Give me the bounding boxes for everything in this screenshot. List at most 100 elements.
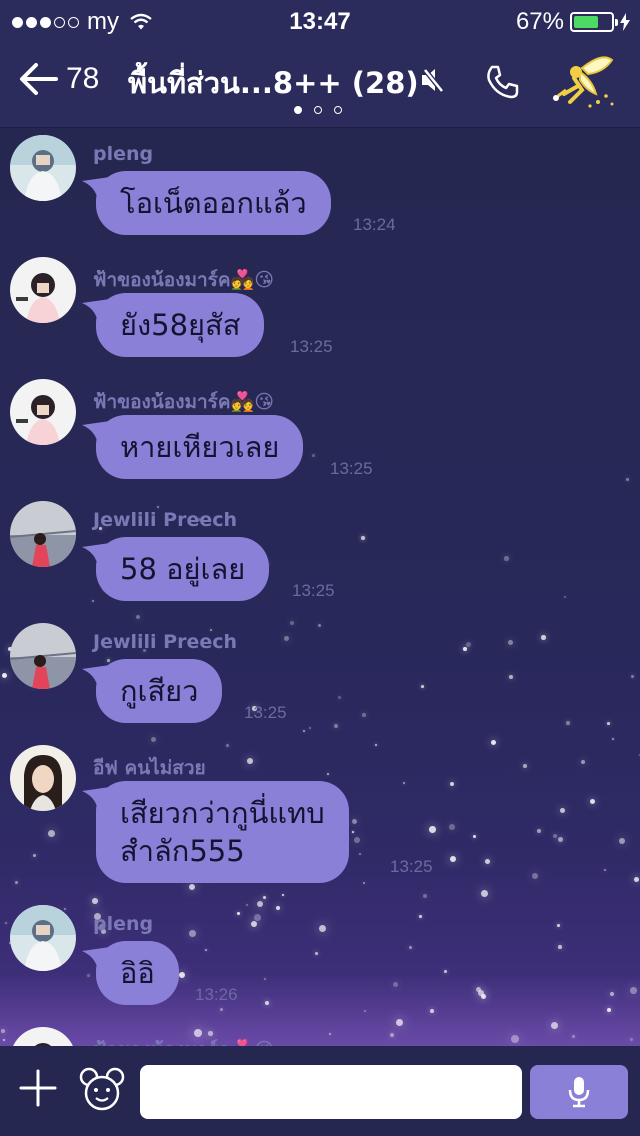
sparkle [254, 914, 261, 921]
sparkle [282, 894, 285, 897]
sparkle [312, 454, 315, 457]
sparkle [430, 1009, 434, 1013]
sparkle [290, 621, 295, 626]
sparkle [87, 974, 90, 977]
sparkle [481, 890, 488, 897]
message-bubble[interactable]: ยัง58ยุสัส [82, 293, 265, 357]
sparkle [334, 724, 339, 729]
back-button[interactable]: 78 [18, 62, 99, 96]
sender-name: Jewlili Preech [93, 631, 238, 653]
sparkle [558, 837, 563, 842]
sparkle [352, 831, 354, 833]
sender-name: Jewlili Preech [93, 509, 238, 531]
phone-icon[interactable] [484, 64, 520, 100]
sparkle [630, 1038, 634, 1042]
sparkle [564, 596, 566, 598]
sparkle [604, 869, 607, 872]
sparkle [612, 738, 614, 740]
sender-name: pleng [93, 143, 154, 165]
sparkle [5, 922, 7, 924]
plus-icon[interactable] [18, 1068, 58, 1108]
sparkle [473, 835, 477, 839]
message-bubble[interactable]: เสียวกว่ากูนี่แทบ สำลัก555 [82, 781, 349, 883]
sparkle [393, 982, 399, 988]
chat-messages[interactable]: pleng โอเน็ตออกแล้ว 13:24 ฟ้าของน้องมาร์… [0, 129, 640, 1046]
avatar[interactable] [10, 379, 76, 445]
avatar[interactable] [10, 135, 76, 201]
sparkle [247, 758, 253, 764]
sparkle [64, 908, 67, 911]
sparkle [189, 930, 196, 937]
sparkle [276, 906, 281, 911]
microphone-icon [568, 1077, 590, 1108]
sparkle [610, 992, 615, 997]
sparkle [403, 782, 405, 784]
sparkle [421, 685, 424, 688]
sparkle [251, 921, 258, 928]
sparkle [572, 1035, 576, 1039]
sparkle [466, 642, 471, 647]
message-bubble[interactable]: หายเหียวเลย [82, 415, 304, 479]
sparkle [264, 978, 267, 981]
message-bubble[interactable]: อิอิ [82, 941, 179, 1005]
page-dot [294, 106, 302, 114]
sparkle [630, 987, 637, 994]
sparkle [2, 673, 7, 678]
sparkle [265, 1001, 270, 1006]
page-indicator [294, 106, 342, 114]
sparkle [237, 912, 241, 916]
avatar[interactable] [10, 1027, 76, 1046]
message-time: 13:25 [290, 337, 333, 356]
message-text: อิอิ [120, 956, 155, 990]
sparkle [409, 946, 413, 950]
message-composer [0, 1046, 640, 1136]
sparkle [362, 713, 367, 718]
voice-message-button[interactable] [530, 1065, 628, 1119]
sender-name: ฟ้าของน้องมาร์ค💑😘 [93, 391, 275, 413]
message-bubble[interactable]: กูเสียว [82, 659, 223, 723]
message-time: 13:26 [195, 985, 238, 1004]
sparkle [607, 722, 610, 725]
sparkle [557, 924, 560, 927]
message-text: โอเน็ตออกแล้ว [120, 186, 307, 220]
sparkle [449, 824, 455, 830]
status-bar: my 13:47 67% [0, 0, 640, 40]
sparkle [532, 873, 539, 880]
message-text: 58 อยู่เลย [120, 552, 246, 586]
sparkle [220, 1008, 224, 1012]
avatar[interactable] [10, 257, 76, 323]
message-bubble[interactable]: โอเน็ตออกแล้ว [82, 171, 331, 235]
message-text-line: เสียวกว่ากูนี่แทบ [120, 796, 325, 830]
avatar[interactable] [10, 905, 76, 971]
sparkle [33, 854, 37, 858]
sparkle [329, 1033, 331, 1035]
battery-status: 67% [516, 8, 630, 36]
sparkle [364, 1010, 367, 1013]
sparkle [553, 834, 557, 838]
sparkle [226, 744, 229, 747]
sparkle [607, 1008, 612, 1013]
sparkle [509, 675, 513, 679]
sparkle [92, 600, 94, 602]
group-profile-button[interactable] [552, 50, 618, 112]
sparkle [463, 647, 467, 651]
message-input[interactable] [140, 1065, 522, 1119]
message-time: 13:25 [390, 857, 433, 876]
sparkle [634, 877, 640, 883]
bear-icon[interactable] [78, 1066, 126, 1112]
avatar[interactable] [10, 501, 76, 567]
sparkle [423, 894, 428, 899]
sparkle [107, 659, 110, 662]
avatar[interactable] [10, 745, 76, 811]
sparkle [375, 744, 378, 747]
sparkle [504, 556, 509, 561]
sparkle [566, 721, 570, 725]
arrow-left-icon [20, 63, 58, 95]
sparkle [511, 1035, 520, 1044]
avatar[interactable] [10, 623, 76, 689]
sparkle [315, 952, 318, 955]
sparkle [619, 838, 626, 845]
message-bubble[interactable]: 58 อยู่เลย [82, 537, 270, 601]
chat-title[interactable]: พื้นที่ส่วน...8++ (28) [128, 60, 458, 106]
sparkle [508, 640, 513, 645]
